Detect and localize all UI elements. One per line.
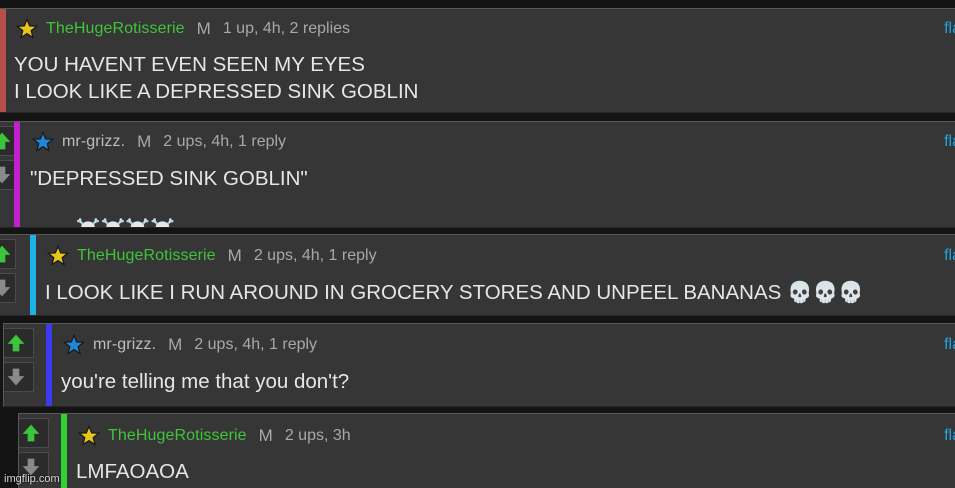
comment-2: mr-grizz. M 2 ups, 4h, 1 reply fla "DEPR… [0, 121, 955, 228]
star-blue-icon [63, 334, 85, 356]
username-link[interactable]: TheHugeRotisserie [46, 20, 185, 38]
imgflip-watermark: imgflip.com [4, 473, 60, 485]
comment-4: mr-grizz. M 2 ups, 4h, 1 reply fla you'r… [3, 323, 955, 407]
comment-1: TheHugeRotisserie M 1 up, 4h, 2 replies … [0, 8, 955, 113]
comment-header: TheHugeRotisserie M 1 up, 4h, 2 replies … [16, 15, 955, 43]
comment-text-line-2: ☠️☠️☠️☠️ [30, 192, 176, 227]
mod-badge: M [227, 246, 242, 265]
thread-color-bar [46, 324, 52, 406]
star-blue-icon [32, 131, 54, 153]
comment-thread: TheHugeRotisserie M 1 up, 4h, 2 replies … [0, 0, 955, 488]
vote-column [0, 235, 16, 315]
comment-meta[interactable]: 2 ups, 4h, 1 reply [194, 336, 317, 354]
flag-link[interactable]: fla [944, 128, 955, 156]
comment-body: TheHugeRotisserie M 1 up, 4h, 2 replies … [14, 9, 955, 112]
comment-body: TheHugeRotisserie M 2 ups, 3h fla LMFAOA… [76, 414, 955, 488]
comment-text-line-1: LMFAOAOA [76, 460, 189, 483]
arrow-up-icon [22, 424, 40, 442]
downvote-button[interactable] [4, 362, 34, 392]
upvote-button[interactable] [0, 239, 16, 269]
comment-header: mr-grizz. M 2 ups, 4h, 1 reply fla [32, 128, 955, 156]
star-yellow-icon [47, 245, 69, 267]
comment-text-line-1: YOU HAVENT EVEN SEEN MY EYES [14, 53, 365, 76]
comment-meta[interactable]: 2 ups, 3h [285, 427, 351, 445]
vote-column [0, 122, 20, 227]
thread-color-bar [0, 9, 6, 112]
thread-color-bar [61, 414, 67, 488]
vote-column [4, 324, 34, 406]
arrow-up-icon [0, 132, 11, 150]
comment-text-line-2: I LOOK LIKE A DEPRESSED SINK GOBLIN [14, 80, 419, 103]
upvote-button[interactable] [4, 328, 34, 358]
username-link[interactable]: TheHugeRotisserie [77, 247, 216, 265]
thread-color-bar [30, 235, 36, 315]
comment-text-line-1: I LOOK LIKE I RUN AROUND IN GROCERY STOR… [45, 281, 864, 304]
arrow-down-icon [0, 166, 11, 184]
comment-text-line-1: you're telling me that you don't? [61, 370, 350, 393]
arrow-down-icon [7, 368, 25, 386]
flag-link[interactable]: fla [944, 15, 955, 43]
mod-badge: M [168, 335, 183, 354]
flag-link[interactable]: fla [944, 422, 955, 450]
arrow-up-icon [0, 245, 11, 263]
skull-crossbones-emoji-line: ☠️☠️☠️☠️ [76, 219, 176, 227]
username-link[interactable]: mr-grizz. [93, 336, 156, 354]
comment-body: mr-grizz. M 2 ups, 4h, 1 reply fla "DEPR… [30, 122, 955, 227]
mod-badge: M [258, 426, 273, 445]
comment-text-line-1: "DEPRESSED SINK GOBLIN" [30, 167, 308, 190]
upvote-button[interactable] [19, 418, 49, 448]
comment-header: TheHugeRotisserie M 2 ups, 3h fla [78, 422, 955, 450]
flag-link[interactable]: fla [944, 242, 955, 270]
mod-badge: M [137, 132, 152, 151]
comment-body: mr-grizz. M 2 ups, 4h, 1 reply fla you'r… [61, 324, 955, 406]
thread-color-bar [14, 122, 20, 227]
star-yellow-icon [78, 425, 100, 447]
comment-5: TheHugeRotisserie M 2 ups, 3h fla LMFAOA… [18, 413, 955, 488]
flag-link[interactable]: fla [944, 331, 955, 359]
arrow-up-icon [7, 334, 25, 352]
comment-meta[interactable]: 2 ups, 4h, 1 reply [254, 247, 377, 265]
comment-body: TheHugeRotisserie M 2 ups, 4h, 1 reply f… [45, 235, 955, 315]
comment-3: TheHugeRotisserie M 2 ups, 4h, 1 reply f… [0, 234, 955, 316]
comment-header: TheHugeRotisserie M 2 ups, 4h, 1 reply f… [47, 242, 955, 270]
username-link[interactable]: TheHugeRotisserie [108, 427, 247, 445]
downvote-button[interactable] [0, 273, 16, 303]
mod-badge: M [196, 19, 211, 38]
comment-meta[interactable]: 2 ups, 4h, 1 reply [163, 133, 286, 151]
username-link[interactable]: mr-grizz. [62, 133, 125, 151]
star-yellow-icon [16, 18, 38, 40]
comment-meta[interactable]: 1 up, 4h, 2 replies [223, 20, 350, 38]
arrow-down-icon [0, 279, 11, 297]
comment-header: mr-grizz. M 2 ups, 4h, 1 reply fla [63, 331, 955, 359]
